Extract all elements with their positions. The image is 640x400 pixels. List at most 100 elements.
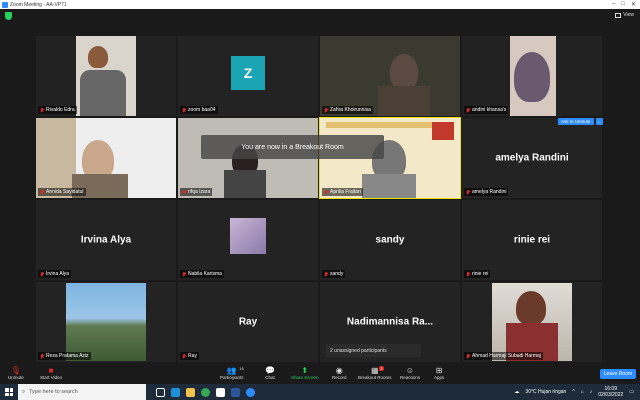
participant-display-name: Nadimannisa Ra... bbox=[346, 316, 434, 328]
mic-muted-icon bbox=[40, 271, 44, 277]
participant-tile[interactable]: rinie rei rinie rei bbox=[462, 200, 602, 280]
maximize-icon[interactable]: □ bbox=[621, 1, 625, 8]
tray-chevron-icon[interactable]: ^ bbox=[572, 389, 574, 395]
chat-label: Chat bbox=[265, 375, 275, 380]
reactions-button[interactable]: ☺ Reactions bbox=[400, 366, 420, 380]
record-button[interactable]: ◉ Record bbox=[332, 366, 347, 380]
view-button[interactable]: View bbox=[615, 12, 634, 18]
participant-tile[interactable]: Z zoom baa04 bbox=[178, 36, 318, 116]
ask-to-unmute-button[interactable]: Ask to Unmute bbox=[558, 118, 594, 125]
name-label: Zahra Khoirunnisa bbox=[322, 106, 373, 114]
name-label: Ray bbox=[180, 352, 199, 360]
start-button[interactable] bbox=[0, 384, 18, 400]
gallery-view: Rivaldo Edra Z zoom baa04 Zahra Khoirunn… bbox=[0, 24, 640, 364]
reactions-icon: ☺ bbox=[405, 366, 415, 375]
close-icon[interactable]: ✕ bbox=[631, 1, 636, 8]
name-label: andini khansa's bbox=[464, 106, 509, 114]
participants-count: 16 bbox=[239, 366, 244, 371]
video-off-icon: ■ bbox=[48, 366, 54, 375]
participant-name: Ahmad Harmaji Subadi Harmaj bbox=[472, 353, 541, 359]
weather-icon: ☁ bbox=[514, 389, 520, 395]
participants-button[interactable]: 👥 16 Participants bbox=[220, 366, 244, 380]
taskbar-search[interactable]: ⌕ Type here to search bbox=[18, 384, 146, 400]
mic-muted-icon bbox=[466, 353, 470, 359]
participant-display-name: Ray bbox=[238, 316, 258, 328]
apps-button[interactable]: ⊞ Apps bbox=[434, 366, 444, 380]
system-tray: ☁ 30°C Hujan ringan ^ ⌂ ♪ 16:09 02/03/20… bbox=[514, 384, 634, 400]
edge-icon[interactable] bbox=[171, 387, 180, 397]
name-label: Nabila Karisma bbox=[180, 270, 224, 278]
person-head bbox=[516, 291, 546, 325]
minimize-icon[interactable]: – bbox=[612, 1, 615, 8]
word-icon[interactable] bbox=[231, 387, 240, 397]
video-background bbox=[36, 118, 76, 198]
mic-muted-icon bbox=[182, 353, 186, 359]
mic-muted-icon bbox=[182, 271, 186, 277]
participant-tile[interactable]: Annida Sayidatul bbox=[36, 118, 176, 198]
participant-name: amelya Randini bbox=[472, 189, 507, 195]
participant-display-name: Irvina Alya bbox=[80, 234, 132, 246]
notifications-icon[interactable]: ▭ bbox=[629, 389, 634, 395]
mic-muted-icon bbox=[466, 107, 470, 113]
task-view-icon[interactable] bbox=[156, 387, 165, 397]
share-screen-button[interactable]: ⬆ Share Screen bbox=[291, 366, 319, 380]
name-label: Ahmad Harmaji Subadi Harmaj bbox=[464, 352, 543, 360]
participant-display-name: rinie rei bbox=[513, 234, 551, 246]
participant-tile[interactable]: Zahra Khoirunnisa bbox=[320, 36, 460, 116]
unmute-button[interactable]: 🎙 Unmute bbox=[8, 366, 24, 380]
participant-tile[interactable]: sandy sandy bbox=[320, 200, 460, 280]
mic-muted-icon: 🎙 bbox=[10, 366, 21, 375]
store-icon[interactable] bbox=[216, 387, 225, 397]
search-placeholder: Type here to search bbox=[29, 389, 78, 395]
mic-muted-icon bbox=[324, 189, 328, 195]
mic-muted-icon bbox=[466, 271, 470, 277]
name-label: rinie rei bbox=[464, 270, 491, 278]
mic-muted-icon bbox=[182, 107, 186, 113]
chat-button[interactable]: 💬 Chat bbox=[265, 366, 275, 380]
participant-tile[interactable]: amelya Randini amelya Randini bbox=[462, 118, 602, 198]
clock[interactable]: 16:09 02/03/2022 bbox=[598, 386, 623, 398]
zoom-taskbar-icon[interactable] bbox=[246, 387, 255, 397]
volume-icon[interactable]: ♪ bbox=[590, 389, 593, 395]
mic-muted-icon bbox=[40, 189, 44, 195]
file-explorer-icon[interactable] bbox=[186, 387, 195, 397]
leave-room-button[interactable]: Leave Room bbox=[600, 369, 636, 379]
participant-tile[interactable]: Ahmad Harmaji Subadi Harmaj bbox=[462, 282, 602, 362]
unmute-label: Unmute bbox=[8, 375, 24, 380]
name-label: sandy bbox=[322, 270, 346, 278]
breakout-room-notification: You are now in a Breakout Room bbox=[201, 135, 384, 159]
participant-tile[interactable]: Rivaldo Edra bbox=[36, 36, 176, 116]
zoom-app-icon bbox=[2, 1, 8, 8]
unassigned-participants-bar[interactable]: 2 unassigned participants bbox=[326, 344, 421, 357]
participant-name: rifqa Izara bbox=[188, 189, 211, 195]
participant-tile[interactable]: Ray Ray bbox=[178, 282, 318, 362]
person-body bbox=[80, 70, 126, 116]
network-icon[interactable]: ⌂ bbox=[581, 389, 584, 395]
windows-taskbar: ⌕ Type here to search ☁ 30°C Hujan ringa… bbox=[0, 384, 640, 400]
person-head bbox=[390, 54, 418, 90]
participant-tile[interactable]: andini khansa's bbox=[462, 36, 602, 116]
participant-tile[interactable]: Irvina Alya Irvina Alya bbox=[36, 200, 176, 280]
name-label: Aprilia Fraitan bbox=[322, 188, 363, 196]
breakout-badge: 2 bbox=[379, 366, 384, 371]
more-options-button[interactable]: ... bbox=[595, 118, 604, 125]
person-body bbox=[378, 86, 430, 116]
chrome-icon[interactable] bbox=[201, 387, 210, 397]
start-video-button[interactable]: ■ Start Video bbox=[40, 366, 62, 380]
search-icon: ⌕ bbox=[22, 388, 26, 395]
video-feed bbox=[320, 36, 460, 116]
grid-icon bbox=[615, 12, 622, 18]
breakout-rooms-label: Breakout Rooms bbox=[358, 375, 392, 380]
chat-icon: 💬 bbox=[265, 366, 275, 375]
participant-tile[interactable]: Reza Pratama Aziz bbox=[36, 282, 176, 362]
participant-name: Nabila Karisma bbox=[188, 271, 222, 277]
weather-text[interactable]: 30°C Hujan ringan bbox=[525, 389, 566, 395]
profile-picture bbox=[66, 283, 146, 361]
video-feed bbox=[36, 36, 176, 116]
shield-icon[interactable] bbox=[5, 12, 12, 20]
breakout-rooms-button[interactable]: ▦ 2 Breakout Rooms bbox=[358, 366, 392, 380]
participant-tile[interactable]: Nabila Karisma bbox=[178, 200, 318, 280]
person-body bbox=[224, 170, 266, 198]
mic-muted-icon bbox=[324, 271, 328, 277]
person-head bbox=[514, 52, 550, 102]
